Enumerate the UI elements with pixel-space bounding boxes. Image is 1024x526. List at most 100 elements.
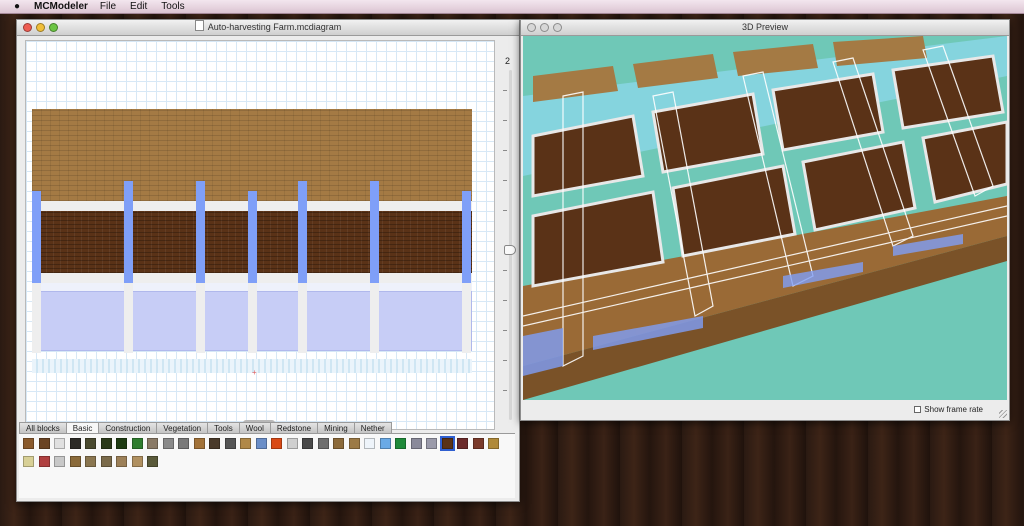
block-swatch[interactable] (410, 438, 422, 449)
pillar (370, 283, 379, 353)
layer-slider[interactable]: 2 (503, 56, 517, 428)
minimize-button[interactable] (540, 23, 549, 32)
menu-edit[interactable]: Edit (130, 1, 147, 12)
block-swatch[interactable] (38, 438, 50, 449)
slider-tick (503, 300, 507, 301)
checkbox-box[interactable] (914, 406, 922, 413)
close-button[interactable] (23, 23, 32, 32)
block-swatch[interactable] (209, 438, 220, 449)
block-swatch[interactable] (100, 438, 112, 449)
slider-tick (503, 90, 507, 91)
water-column (248, 191, 257, 283)
block-swatch[interactable] (333, 438, 344, 449)
close-button[interactable] (527, 23, 536, 32)
block-swatch[interactable] (131, 438, 143, 449)
slider-tick (503, 360, 507, 361)
crosshair-icon: + (252, 368, 257, 377)
block-swatch[interactable] (85, 438, 96, 449)
slider-tick (503, 180, 507, 181)
block-swatch[interactable] (395, 438, 406, 449)
block-swatch[interactable] (69, 438, 81, 449)
block-swatch[interactable] (457, 438, 468, 449)
block-swatch[interactable] (240, 438, 251, 449)
block-swatch[interactable] (162, 438, 174, 449)
plank-row (32, 109, 472, 201)
preview-statusbar: Show frame rate (523, 402, 1007, 416)
app-menu[interactable]: MCModeler (34, 1, 88, 12)
block-swatch[interactable] (147, 438, 158, 449)
pillar (196, 283, 205, 353)
pillar (124, 283, 133, 353)
apple-icon[interactable]: ● (8, 1, 26, 12)
menu-file[interactable]: File (100, 1, 116, 12)
show-frame-rate-label: Show frame rate (924, 405, 983, 414)
block-swatch[interactable] (116, 456, 127, 467)
minimize-button[interactable] (36, 23, 45, 32)
block-swatch[interactable] (286, 438, 298, 449)
slider-knob[interactable] (504, 245, 516, 255)
block-swatch[interactable] (426, 438, 437, 449)
slider-tick (503, 210, 507, 211)
tab-tools[interactable]: Tools (207, 422, 240, 433)
block-swatch[interactable] (364, 438, 375, 449)
editor-titlebar[interactable]: Auto-harvesting Farm.mcdiagram (17, 20, 519, 36)
tab-vegetation[interactable]: Vegetation (156, 422, 209, 433)
pillar (462, 283, 471, 353)
block-swatch[interactable] (131, 456, 143, 467)
water-column (196, 181, 205, 283)
tab-mining[interactable]: Mining (317, 422, 355, 433)
pillar (248, 283, 257, 353)
preview-titlebar[interactable]: 3D Preview (521, 20, 1009, 36)
block-swatch[interactable] (302, 438, 313, 449)
3d-viewport[interactable] (523, 36, 1007, 400)
block-swatch[interactable] (224, 438, 236, 449)
tab-wool[interactable]: Wool (238, 422, 271, 433)
tab-construction[interactable]: Construction (98, 422, 158, 433)
block-swatch[interactable] (472, 438, 484, 449)
editor-title: Auto-harvesting Farm.mcdiagram (207, 22, 342, 32)
block-swatch[interactable] (178, 438, 189, 449)
block-swatch[interactable] (488, 438, 499, 449)
diagram-canvas[interactable]: + (25, 40, 495, 430)
slider-tick (503, 390, 507, 391)
block-swatch[interactable] (100, 456, 112, 467)
block-tabs: All blocks Basic Construction Vegetation… (19, 422, 515, 433)
zoom-button[interactable] (553, 23, 562, 32)
menu-bar: ● MCModeler File Edit Tools (0, 0, 1024, 14)
block-swatch[interactable] (23, 438, 34, 449)
water-column (32, 191, 41, 283)
menu-tools[interactable]: Tools (161, 1, 184, 12)
tab-redstone[interactable]: Redstone (269, 422, 319, 433)
block-swatch[interactable] (54, 456, 65, 467)
block-swatch[interactable] (317, 438, 329, 449)
slider-tick (503, 120, 507, 121)
block-swatch[interactable] (23, 456, 34, 467)
tab-basic[interactable]: Basic (65, 422, 100, 433)
block-swatch[interactable] (69, 456, 81, 467)
3d-scene (523, 36, 1007, 400)
block-swatch[interactable] (271, 438, 282, 449)
block-swatch[interactable] (255, 438, 267, 449)
tab-nether[interactable]: Nether (353, 422, 392, 433)
resize-grip-icon[interactable] (999, 410, 1007, 418)
block-swatch[interactable] (147, 456, 158, 467)
block-palette (19, 433, 515, 498)
water-column (124, 181, 133, 283)
block-swatch[interactable] (85, 456, 96, 467)
slider-tick (503, 270, 507, 271)
slider-tick (503, 330, 507, 331)
block-swatch[interactable] (439, 436, 455, 451)
block-swatch[interactable] (38, 456, 50, 467)
block-swatch[interactable] (379, 438, 391, 449)
show-frame-rate-checkbox[interactable]: Show frame rate (914, 405, 983, 414)
block-swatch[interactable] (193, 438, 205, 449)
tab-all-blocks[interactable]: All blocks (19, 422, 67, 433)
block-swatch[interactable] (116, 438, 127, 449)
water-column (462, 191, 471, 283)
slider-tick (503, 150, 507, 151)
zoom-button[interactable] (49, 23, 58, 32)
pillar (298, 283, 307, 353)
block-swatch[interactable] (54, 438, 65, 449)
block-swatch[interactable] (348, 438, 360, 449)
editor-window: Auto-harvesting Farm.mcdiagram + 2 All b… (16, 19, 520, 502)
